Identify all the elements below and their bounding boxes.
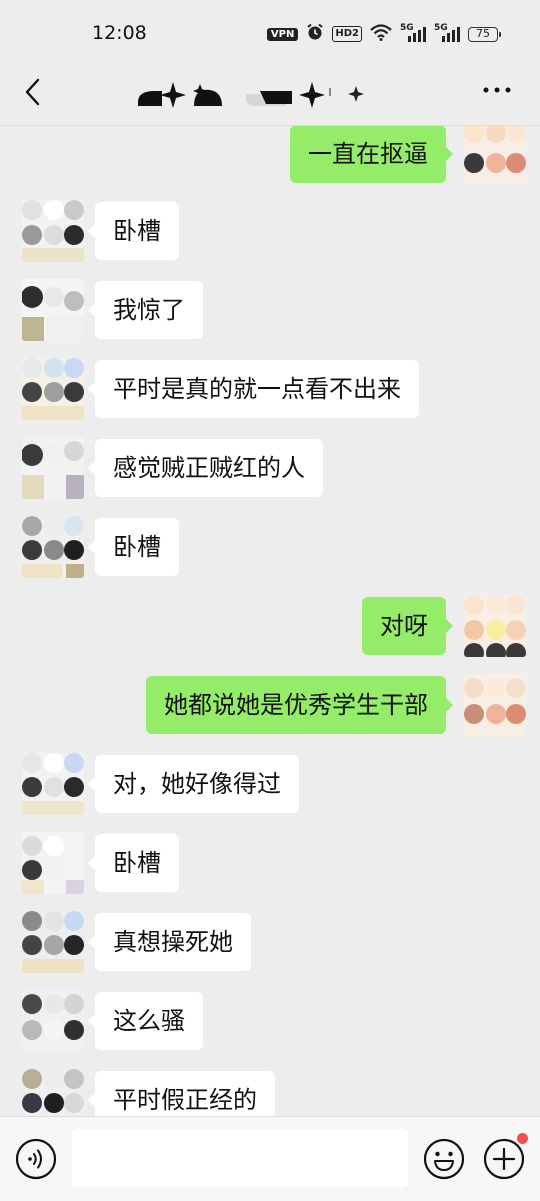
message-row: 一直在抠逼 [0, 126, 540, 185]
contact-avatar[interactable] [22, 753, 84, 815]
alarm-icon [306, 23, 324, 45]
contact-avatar[interactable] [22, 911, 84, 973]
chat-header [0, 68, 540, 126]
my-avatar[interactable] [464, 674, 526, 736]
contact-avatar[interactable] [22, 832, 84, 894]
received-bubble[interactable]: 卧槽 [88, 202, 179, 260]
status-time: 12:08 [92, 22, 147, 44]
message-row: 卧槽 [0, 832, 540, 894]
message-input[interactable] [72, 1129, 408, 1187]
received-bubble[interactable]: 对，她好像得过 [88, 755, 299, 813]
received-bubble[interactable]: 真想操死她 [88, 913, 251, 971]
plus-icon [483, 1138, 525, 1180]
signal-icon: 5G [434, 23, 460, 43]
message-row: 对，她好像得过 [0, 753, 540, 815]
chevron-left-icon [25, 78, 40, 106]
contact-avatar[interactable] [22, 279, 84, 341]
message-row: 真想操死她 [0, 911, 540, 973]
sent-bubble[interactable]: 对呀 [362, 597, 453, 655]
status-icons: VPN HD2 5G 5G 75 [266, 23, 501, 45]
signal-5g-label: 5G [400, 23, 414, 33]
status-bar: 12:08 VPN HD2 5G 5G 75 [0, 0, 540, 68]
message-list[interactable]: 一直在抠逼 卧槽 我惊了 平时是真的就一点看不出来 感觉贼正贼红的人 卧槽 对呀… [0, 126, 540, 1116]
wifi-icon [370, 23, 392, 45]
received-bubble[interactable]: 我惊了 [88, 281, 203, 339]
battery-level: 75 [476, 26, 490, 40]
vpn-badge: VPN [266, 27, 299, 41]
my-avatar[interactable] [464, 595, 526, 657]
contact-avatar[interactable] [22, 437, 84, 499]
signal-5g-label: 5G [434, 23, 448, 33]
contact-avatar[interactable] [22, 200, 84, 262]
emoji-button[interactable] [422, 1137, 466, 1181]
more-options-button[interactable] [482, 78, 512, 102]
my-avatar[interactable] [464, 126, 526, 185]
received-bubble[interactable]: 平时假正经的 [88, 1071, 275, 1116]
message-row: 平时是真的就一点看不出来 [0, 358, 540, 420]
voice-input-button[interactable] [14, 1137, 58, 1181]
hd-badge: HD2 [332, 26, 362, 42]
received-bubble[interactable]: 平时是真的就一点看不出来 [88, 360, 419, 418]
received-bubble[interactable]: 这么骚 [88, 992, 203, 1050]
message-row: 感觉贼正贼红的人 [0, 437, 540, 499]
message-row: 这么骚 [0, 990, 540, 1052]
contact-avatar[interactable] [22, 358, 84, 420]
more-functions-button[interactable] [482, 1133, 528, 1181]
back-button[interactable] [18, 72, 48, 112]
voice-icon [15, 1138, 57, 1180]
chat-title-obscured [136, 74, 376, 110]
message-row: 平时假正经的 [0, 1069, 540, 1116]
emoji-icon [423, 1138, 465, 1180]
more-dots-icon [483, 87, 511, 93]
contact-avatar[interactable] [22, 990, 84, 1052]
message-row: 我惊了 [0, 279, 540, 341]
sent-bubble[interactable]: 她都说她是优秀学生干部 [146, 676, 453, 734]
contact-avatar[interactable] [22, 1069, 84, 1116]
notification-dot [517, 1133, 528, 1144]
message-row: 卧槽 [0, 516, 540, 578]
received-bubble[interactable]: 卧槽 [88, 518, 179, 576]
battery-icon: 75 [468, 26, 501, 42]
message-row: 卧槽 [0, 200, 540, 262]
input-bar [0, 1116, 540, 1201]
received-bubble[interactable]: 感觉贼正贼红的人 [88, 439, 323, 497]
message-row: 对呀 [0, 595, 540, 657]
signal-icon: 5G [400, 23, 426, 43]
sent-bubble[interactable]: 一直在抠逼 [290, 126, 453, 183]
received-bubble[interactable]: 卧槽 [88, 834, 179, 892]
contact-avatar[interactable] [22, 516, 84, 578]
message-row: 她都说她是优秀学生干部 [0, 674, 540, 736]
